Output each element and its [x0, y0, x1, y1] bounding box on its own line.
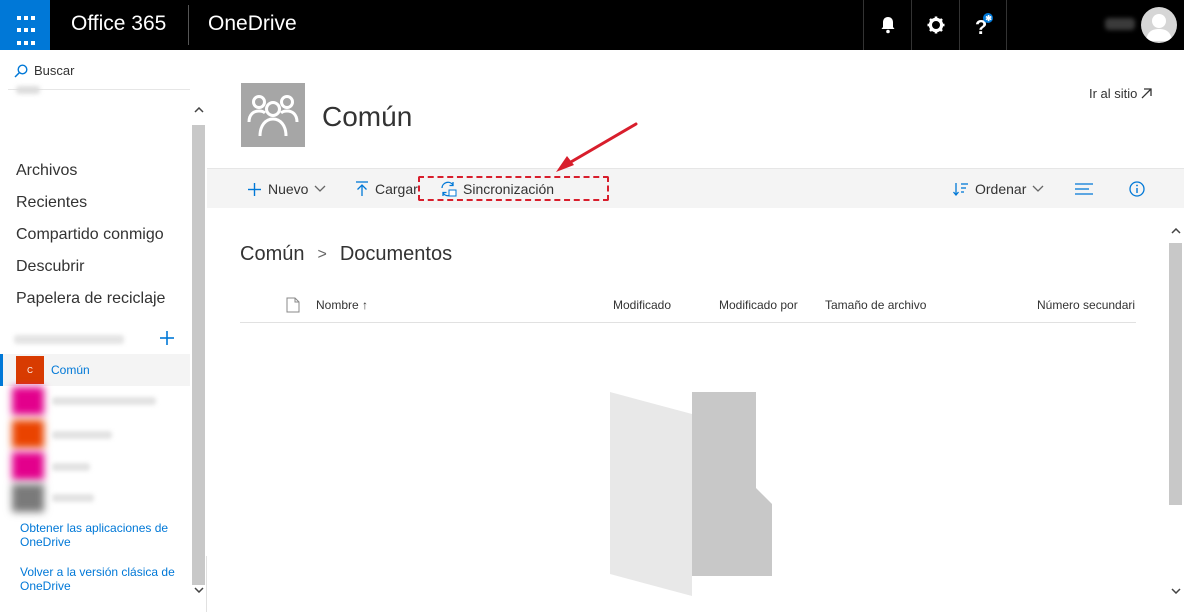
go-to-site-label: Ir al sitio — [1089, 86, 1138, 101]
svg-text:✱: ✱ — [985, 14, 992, 23]
upload-label: Cargar — [375, 181, 418, 197]
sort-label: Ordenar — [975, 181, 1027, 197]
scroll-down-arrow-icon[interactable] — [1167, 582, 1184, 599]
sort-ascending-icon: ↑ — [362, 298, 369, 312]
column-header-numero-secundario[interactable]: Número secundari — [1037, 298, 1135, 312]
nav-item-descubrir[interactable]: Descubrir — [16, 258, 84, 276]
list-view-icon — [1075, 183, 1093, 195]
classic-version-link[interactable]: Volver a la versión clásica de OneDrive — [20, 565, 180, 593]
group-icon — [247, 95, 299, 137]
user-name-blurred — [16, 86, 40, 94]
sort-button[interactable]: Ordenar — [953, 169, 1044, 209]
chevron-down-icon — [315, 185, 326, 192]
office-365-title[interactable]: Office 365 — [71, 12, 166, 36]
plus-icon — [248, 182, 261, 196]
settings-button[interactable] — [911, 0, 959, 50]
breadcrumb-item-comun[interactable]: Común — [240, 243, 304, 266]
app-launcher-waffle-icon[interactable] — [0, 0, 50, 50]
nav-item-recientes[interactable]: Recientes — [16, 194, 87, 212]
scroll-up-arrow-icon[interactable] — [190, 101, 207, 118]
upload-icon — [356, 181, 368, 196]
sites-group-label-blurred — [14, 335, 124, 344]
person-icon — [1146, 14, 1172, 41]
notifications-button[interactable] — [863, 0, 911, 50]
add-site-icon[interactable] — [158, 329, 176, 347]
info-icon — [1129, 181, 1145, 197]
onedrive-title[interactable]: OneDrive — [208, 12, 297, 36]
site-item-blurred[interactable] — [12, 484, 44, 512]
nav-item-papelera[interactable]: Papelera de reciclaje — [16, 290, 165, 308]
sync-highlight-box — [418, 176, 609, 201]
search-label: Buscar — [34, 63, 75, 78]
chevron-down-icon — [1032, 185, 1044, 192]
column-header-tamano[interactable]: Tamaño de archivo — [825, 298, 926, 312]
breadcrumb-item-documentos[interactable]: Documentos — [340, 243, 452, 266]
column-header-divider — [240, 322, 1136, 323]
site-label-blurred — [52, 494, 94, 502]
avatar[interactable] — [1141, 7, 1177, 43]
nav-scrollbar[interactable] — [190, 50, 207, 593]
bell-icon — [881, 17, 894, 34]
upload-button[interactable]: Cargar — [355, 169, 418, 209]
column-header-modificado[interactable]: Modificado — [613, 298, 671, 312]
scroll-down-arrow-icon[interactable] — [190, 581, 207, 598]
new-button[interactable]: Nuevo — [247, 169, 326, 209]
left-navigation: Buscar Archivos Recientes Compartido con… — [0, 50, 207, 612]
help-button[interactable]: ? ✱ — [959, 0, 1007, 50]
site-logo — [241, 83, 305, 147]
site-item-blurred[interactable] — [12, 420, 44, 448]
site-badge: C — [16, 356, 44, 384]
breadcrumb: Común > Documentos — [240, 243, 452, 266]
gear-icon — [927, 16, 944, 34]
column-label-nombre: Nombre — [316, 298, 359, 312]
main-scrollbar[interactable] — [1167, 220, 1184, 612]
info-button[interactable] — [1129, 169, 1145, 209]
site-title: Común — [322, 101, 413, 132]
site-label-blurred — [52, 463, 90, 471]
nav-item-archivos[interactable]: Archivos — [16, 162, 77, 180]
arrow-up-right-icon — [1141, 88, 1153, 99]
site-item-blurred[interactable] — [12, 387, 44, 415]
sort-icon — [953, 183, 968, 196]
site-label-comun[interactable]: Común — [51, 363, 90, 377]
user-name-blurred — [1105, 18, 1135, 30]
search-box[interactable]: Buscar — [14, 63, 74, 78]
new-label: Nuevo — [268, 181, 309, 197]
scroll-up-arrow-icon[interactable] — [1167, 222, 1184, 239]
site-label-blurred — [52, 397, 156, 405]
annotation-arrow-icon — [556, 122, 638, 172]
command-bar: Nuevo Cargar Sincronización Ordenar — [207, 168, 1184, 208]
get-apps-link[interactable]: Obtener las aplicaciones de OneDrive — [20, 521, 180, 549]
main-scroll-thumb[interactable] — [1169, 243, 1182, 505]
view-options-button[interactable] — [1075, 169, 1093, 209]
nav-item-compartido[interactable]: Compartido conmigo — [16, 226, 164, 244]
breadcrumb-separator: > — [317, 245, 327, 263]
search-icon — [14, 63, 28, 78]
column-header-nombre[interactable]: Nombre ↑ — [316, 298, 368, 312]
go-to-site-link[interactable]: Ir al sitio — [1089, 86, 1153, 101]
file-type-icon[interactable] — [286, 297, 300, 313]
top-bar: Office 365 OneDrive ? ✱ — [0, 0, 1184, 50]
site-label-blurred — [52, 431, 112, 439]
nav-scroll-thumb[interactable] — [192, 125, 205, 585]
topbar-divider — [188, 5, 189, 45]
empty-folder-icon — [610, 392, 772, 596]
help-icon: ? ✱ — [975, 13, 993, 38]
column-header-modificado-por[interactable]: Modificado por — [719, 298, 798, 312]
site-item-blurred[interactable] — [12, 452, 44, 480]
